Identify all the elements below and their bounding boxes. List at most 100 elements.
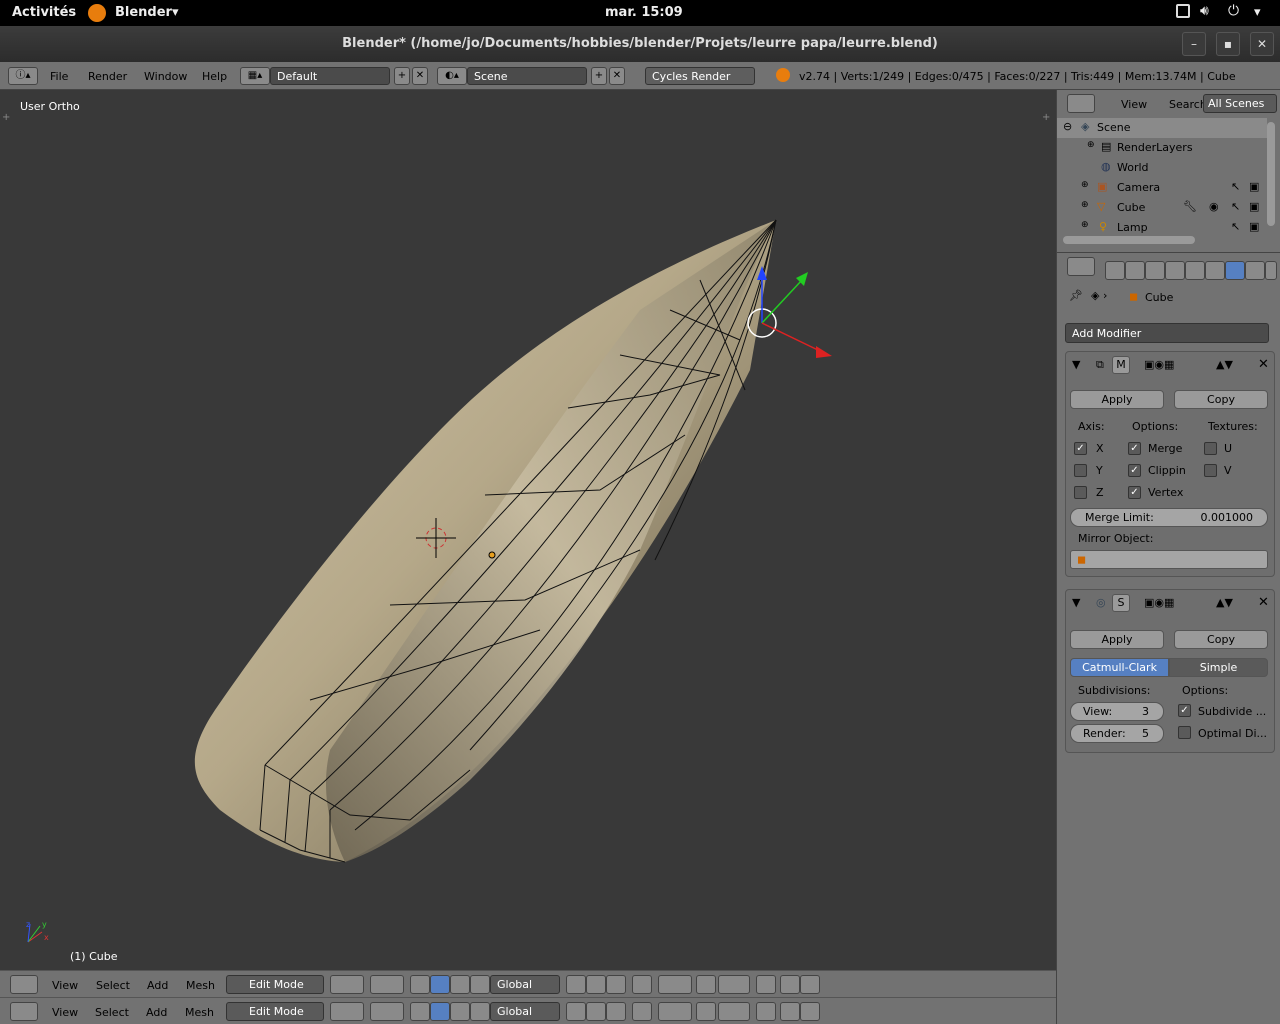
window-icon[interactable] [1176, 4, 1190, 18]
apply-button[interactable]: Apply [1070, 390, 1164, 409]
edge-select-mode[interactable] [586, 975, 606, 994]
face-select-mode[interactable] [606, 1002, 626, 1021]
rotate-manipulator[interactable] [450, 975, 470, 994]
remove-modifier-icon[interactable]: ✕ [1258, 357, 1269, 372]
manipulator-toggle[interactable] [410, 1002, 430, 1021]
menu-file[interactable]: File [50, 70, 68, 83]
editor-type-properties-button[interactable] [1067, 257, 1095, 276]
optimal-display-checkbox[interactable] [1178, 726, 1191, 739]
editmode-toggle-icon[interactable]: ▣◉▦ [1144, 358, 1174, 371]
app-menu[interactable]: Blender [115, 5, 172, 20]
limit-selection-button[interactable] [632, 975, 652, 994]
copy-button[interactable]: Copy [1174, 390, 1268, 409]
outliner-item-cube[interactable]: ⊕ ▽ Cube 🔧︎ ◉ ↖ ▣ [1057, 198, 1267, 218]
scene-field[interactable]: Scene [467, 67, 587, 85]
proportional-edit-dropdown[interactable] [658, 975, 692, 994]
properties-shelf-toggle-icon[interactable]: + [1042, 112, 1050, 123]
move-up-down-icon[interactable]: ▲▼ [1216, 358, 1233, 371]
expand-icon[interactable]: ⊕ [1081, 200, 1089, 210]
render-toggle-icon[interactable]: ▣ [1249, 180, 1259, 193]
render-image-button[interactable] [780, 1002, 800, 1021]
scene-icon[interactable]: ◐▴ [437, 67, 467, 85]
outliner-menu-view[interactable]: View [1121, 98, 1147, 111]
data-tab-icon[interactable] [1245, 261, 1265, 280]
simple-tab[interactable]: Simple [1169, 658, 1268, 677]
menu-view[interactable]: View [52, 979, 78, 992]
editmode-toggle-icon[interactable]: ▣◉▦ [1144, 596, 1174, 609]
outliner-filter-dropdown[interactable]: All Scenes [1203, 94, 1277, 113]
object-tab-icon[interactable] [1185, 261, 1205, 280]
menu-select[interactable]: Select [96, 979, 130, 992]
menu-render[interactable]: Render [88, 70, 127, 83]
mesh-canvas[interactable] [0, 90, 1056, 970]
outliner-horizontal-scrollbar[interactable] [1063, 236, 1195, 244]
menu-select[interactable]: Select [95, 1006, 129, 1019]
add-layout-icon[interactable]: + [394, 67, 410, 85]
apply-button[interactable]: Apply [1070, 630, 1164, 649]
mesh-options-button[interactable] [756, 975, 776, 994]
move-up-down-icon[interactable]: ▲▼ [1216, 596, 1233, 609]
copy-button[interactable]: Copy [1174, 630, 1268, 649]
axis-z-checkbox[interactable] [1074, 486, 1087, 499]
screen-layout-icon[interactable]: ▦▴ [240, 67, 270, 85]
vertex-groups-checkbox[interactable]: ✓ [1128, 486, 1141, 499]
scale-manipulator[interactable] [470, 975, 490, 994]
merge-limit-field[interactable]: Merge Limit: 0.001000 [1070, 508, 1268, 527]
outliner-menu-search[interactable]: Search [1169, 98, 1207, 111]
translate-manipulator[interactable] [430, 1002, 450, 1021]
editor-type-info-button[interactable]: ⓘ▴ [8, 67, 38, 85]
pivot-point-dropdown[interactable] [370, 1002, 404, 1021]
face-select-mode[interactable] [606, 975, 626, 994]
menu-add[interactable]: Add [146, 1006, 167, 1019]
wrench-icon[interactable]: 🔧︎ [1183, 200, 1197, 213]
merge-checkbox[interactable]: ✓ [1128, 442, 1141, 455]
outliner-item-lamp[interactable]: ⊕ ♀ Lamp ↖ ▣ [1057, 218, 1267, 238]
snap-element-dropdown[interactable] [718, 1002, 750, 1021]
viewport-shading-dropdown[interactable] [330, 1002, 364, 1021]
orientation-dropdown[interactable]: Global [490, 975, 560, 994]
outliner-item-renderlayers[interactable]: ⊕ ▤ RenderLayers [1057, 138, 1267, 158]
render-tab-icon[interactable] [1105, 261, 1125, 280]
eye-icon[interactable]: ◉ [1209, 200, 1219, 213]
subdivide-uvs-checkbox[interactable]: ✓ [1178, 704, 1191, 717]
remove-scene-icon[interactable]: ✕ [609, 67, 625, 85]
render-animation-button[interactable] [800, 1002, 820, 1021]
outliner-item-scene[interactable]: ⊖ ◈ Scene [1057, 118, 1267, 138]
3d-viewport[interactable]: User Ortho (1) Cube z y x + + [0, 90, 1056, 970]
vertex-select-mode[interactable] [566, 1002, 586, 1021]
maximize-button[interactable]: ▪ [1216, 32, 1240, 56]
expand-icon[interactable]: ⊕ [1081, 180, 1089, 190]
texture-u-checkbox[interactable] [1204, 442, 1217, 455]
collapse-arrow-icon[interactable]: ▼ [1072, 596, 1080, 609]
editor-type-3d-button[interactable] [10, 1002, 38, 1021]
select-cursor-icon[interactable]: ↖ [1231, 180, 1240, 193]
outliner-item-camera[interactable]: ⊕ ▣ Camera ↖ ▣ [1057, 178, 1267, 198]
render-engine-dropdown[interactable]: Cycles Render [645, 67, 755, 85]
rotate-manipulator[interactable] [450, 1002, 470, 1021]
modifiers-tab-icon[interactable] [1225, 261, 1245, 280]
manipulator-toggle[interactable] [410, 975, 430, 994]
close-button[interactable]: ✕ [1250, 32, 1274, 56]
constraints-tab-icon[interactable] [1205, 261, 1225, 280]
pivot-point-dropdown[interactable] [370, 975, 404, 994]
modifier-name-field[interactable]: S [1112, 594, 1130, 612]
remove-layout-icon[interactable]: ✕ [412, 67, 428, 85]
expand-icon[interactable]: ⊕ [1081, 220, 1089, 230]
texture-v-checkbox[interactable] [1204, 464, 1217, 477]
view-levels-field[interactable]: View: 3 [1070, 702, 1164, 721]
minimize-button[interactable]: – [1182, 32, 1206, 56]
translate-manipulator[interactable] [430, 975, 450, 994]
menu-mesh[interactable]: Mesh [186, 979, 215, 992]
menu-help[interactable]: Help [202, 70, 227, 83]
expand-icon[interactable]: ⊕ [1087, 140, 1095, 150]
mirror-object-field[interactable]: ◼ [1070, 550, 1268, 569]
mode-dropdown[interactable]: Edit Mode [226, 975, 324, 994]
clock[interactable]: mar. 15:09 [605, 5, 683, 20]
render-toggle-icon[interactable]: ▣ [1249, 200, 1259, 213]
outliner-vertical-scrollbar[interactable] [1267, 122, 1275, 226]
scene-tab-icon[interactable] [1145, 261, 1165, 280]
viewport-shading-dropdown[interactable] [330, 975, 364, 994]
scale-manipulator[interactable] [470, 1002, 490, 1021]
collapse-icon[interactable]: ⊖ [1063, 120, 1072, 133]
render-image-button[interactable] [780, 975, 800, 994]
